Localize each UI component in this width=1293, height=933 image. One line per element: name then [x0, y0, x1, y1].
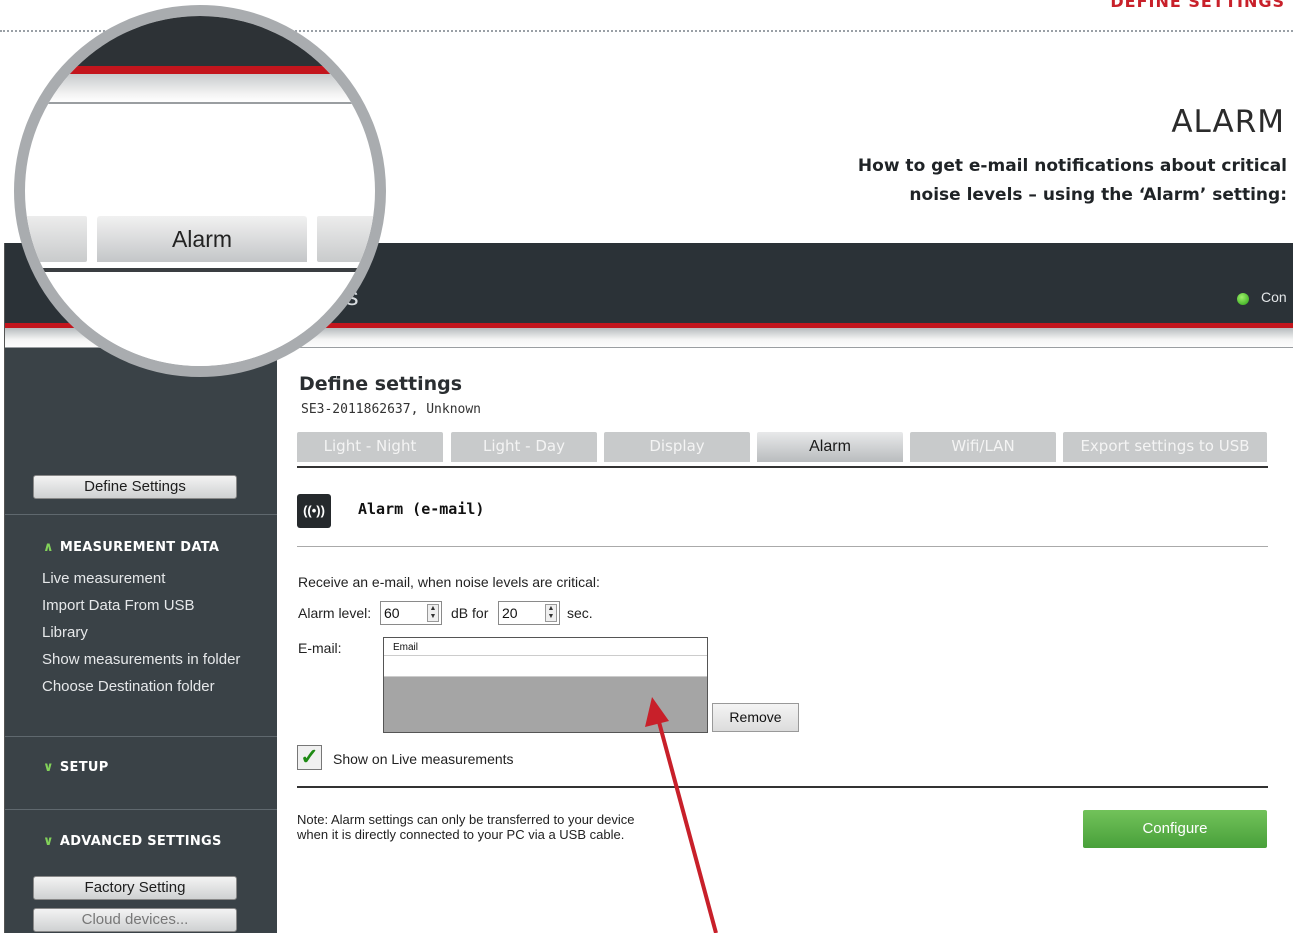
tab-display[interactable]: Display [604, 432, 750, 462]
section-divider [297, 546, 1268, 547]
remove-button[interactable]: Remove [712, 703, 799, 732]
configure-button[interactable]: Configure [1083, 810, 1267, 848]
sidebar-heading-measurement-label: MEASUREMENT DATA [59, 540, 220, 555]
usb-note: Note: Alarm settings can only be transfe… [297, 812, 634, 842]
page-subtitle: How to get e-mail notifications about cr… [727, 152, 1287, 210]
connection-status-icon [1237, 293, 1249, 305]
sidebar-divider [5, 514, 277, 515]
sidebar-item-choose-destination[interactable]: Choose Destination folder [42, 678, 215, 695]
sidebar-heading-measurement[interactable]: ∧ MEASUREMENT DATA [43, 540, 219, 555]
magnifier-tab-alarm: Alarm [97, 216, 307, 262]
sidebar-item-import-data[interactable]: Import Data From USB [42, 597, 195, 614]
alarm-level-value: 60 [384, 605, 400, 621]
define-settings-button[interactable]: Define Settings [33, 475, 237, 499]
manual-section-label: DEFINE SETTINGS [1110, 0, 1285, 11]
sidebar-item-show-measurements[interactable]: Show measurements in folder [42, 651, 240, 668]
magnifier-accent-line [25, 66, 375, 74]
email-input-row[interactable] [384, 656, 707, 677]
email-list[interactable]: Email [383, 637, 708, 733]
magnifier-header [25, 16, 375, 66]
tab-alarm[interactable]: Alarm [757, 432, 903, 462]
sidebar-item-library[interactable]: Library [42, 624, 88, 641]
sidebar-item-live-measurement[interactable]: Live measurement [42, 570, 165, 587]
usb-note-line-2: when it is directly connected to your PC… [297, 827, 625, 842]
magnifier-tab-left [25, 216, 87, 262]
page-subtitle-line-1: How to get e-mail notifications about cr… [857, 156, 1287, 176]
sidebar-heading-advanced[interactable]: ∨ ADVANCED SETTINGS [43, 834, 222, 849]
page-subtitle-line-2: noise levels – using the ‘Alarm’ setting… [909, 185, 1287, 205]
page-title: ALARM [1171, 104, 1285, 140]
sidebar-heading-advanced-label: ADVANCED SETTINGS [59, 834, 222, 849]
duration-value: 20 [502, 605, 518, 621]
sec-label: sec. [567, 605, 593, 621]
show-live-checkbox[interactable]: ✓ [297, 745, 322, 770]
tab-light-day[interactable]: Light - Day [451, 432, 597, 462]
sidebar-divider [5, 809, 277, 810]
chevron-down-icon: ∨ [43, 760, 54, 775]
email-label: E-mail: [298, 640, 342, 656]
magnifier-strip [25, 74, 375, 104]
section-title: Alarm (e-mail) [358, 500, 485, 518]
alarm-level-label: Alarm level: [298, 605, 372, 621]
connection-status-label: Con [1261, 289, 1287, 305]
stepper-arrows-icon[interactable]: ▲ ▼ [545, 604, 557, 622]
db-for-label: dB for [451, 605, 489, 621]
chevron-up-icon: ∧ [43, 540, 54, 555]
show-live-label: Show on Live measurements [333, 751, 514, 767]
intro-text: Receive an e-mail, when noise levels are… [298, 574, 600, 590]
factory-setting-button[interactable]: Factory Setting [33, 876, 237, 900]
sidebar-heading-setup[interactable]: ∨ SETUP [43, 760, 109, 775]
sidebar: Define Settings ∧ MEASUREMENT DATA Live m… [5, 348, 277, 933]
stepper-arrows-icon[interactable]: ▲ ▼ [427, 604, 439, 622]
email-column-header: Email [384, 638, 707, 656]
cloud-devices-button[interactable]: Cloud devices... [33, 908, 237, 932]
alarm-broadcast-icon: ((•)) [297, 494, 331, 528]
chevron-down-icon: ∨ [43, 834, 54, 849]
usb-note-line-1: Note: Alarm settings can only be transfe… [297, 812, 635, 827]
magnifier-callout: Alarm [14, 5, 386, 377]
tab-divider [297, 466, 1268, 468]
sidebar-heading-setup-label: SETUP [59, 760, 109, 775]
footer-divider [297, 786, 1268, 788]
duration-stepper[interactable]: 20 ▲ ▼ [498, 601, 560, 625]
device-id: SE3-2011862637, Unknown [301, 402, 482, 417]
tab-export-settings[interactable]: Export settings to USB [1063, 432, 1267, 462]
tab-wifi-lan[interactable]: Wifi/LAN [910, 432, 1056, 462]
magnifier-rule [25, 268, 375, 272]
tab-light-night[interactable]: Light - Night [297, 432, 443, 462]
alarm-level-stepper[interactable]: 60 ▲ ▼ [380, 601, 442, 625]
settings-title: Define settings [299, 373, 463, 395]
sidebar-divider [5, 736, 277, 737]
